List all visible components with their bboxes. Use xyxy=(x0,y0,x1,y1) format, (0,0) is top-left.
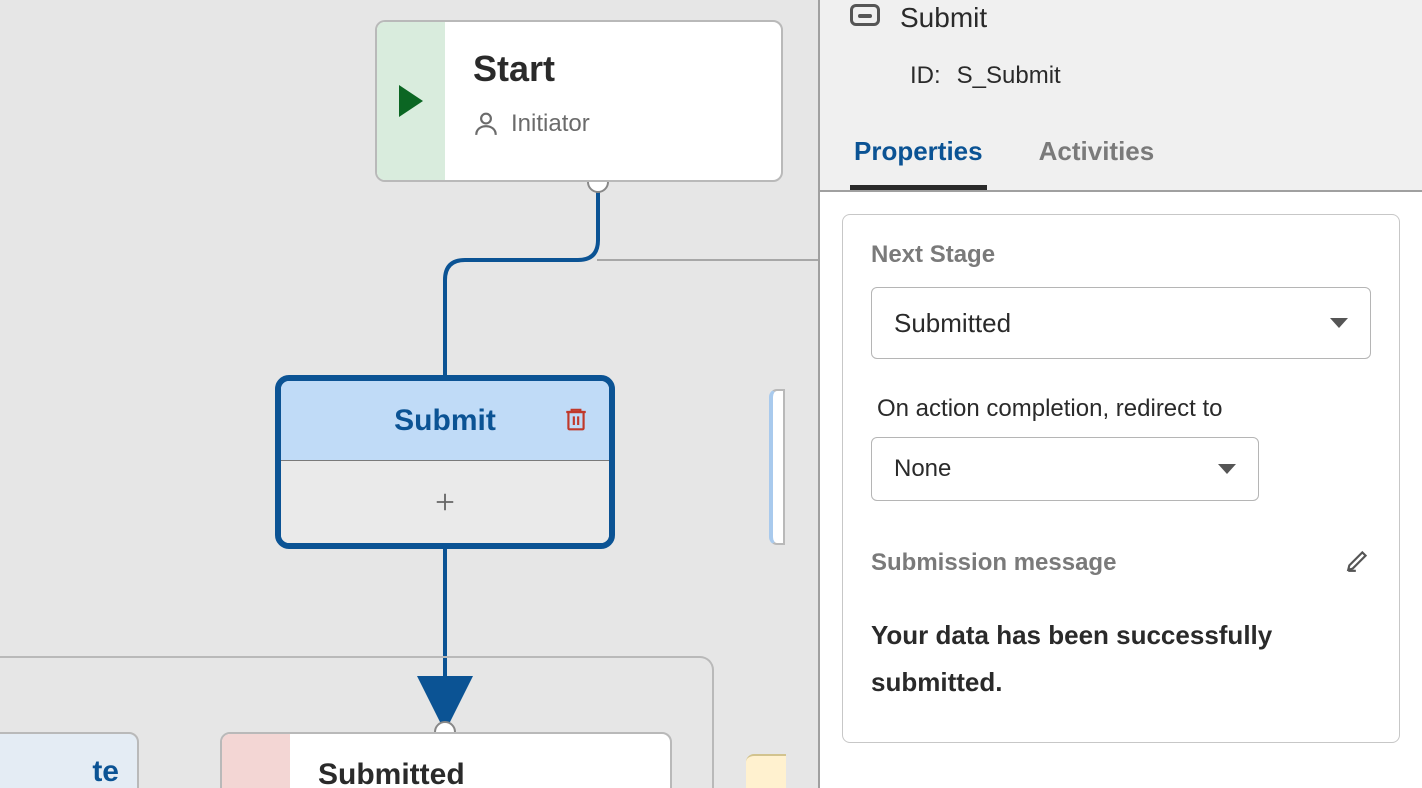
workflow-canvas[interactable]: Start Initiator Submit xyxy=(0,0,818,788)
add-activity-button[interactable] xyxy=(281,461,609,543)
node-start[interactable]: Start Initiator xyxy=(375,20,783,182)
properties-panel: Submit ID: S_Submit Properties Activitie… xyxy=(818,0,1422,788)
id-value: S_Submit xyxy=(957,62,1061,90)
user-icon xyxy=(473,111,499,137)
node-type-icon xyxy=(850,4,880,26)
peek-left-text: te xyxy=(92,755,119,788)
node-submitted-title: Submitted xyxy=(290,734,493,788)
start-accent xyxy=(377,22,445,180)
submitted-accent xyxy=(222,734,290,788)
chevron-down-icon xyxy=(1218,464,1236,474)
next-stage-label: Next Stage xyxy=(871,241,1371,269)
tab-properties[interactable]: Properties xyxy=(850,126,987,190)
node-peek-right-2[interactable] xyxy=(746,754,786,788)
next-stage-select[interactable]: Submitted xyxy=(871,287,1371,359)
node-submitted[interactable]: Submitted xyxy=(220,732,672,788)
node-peek-left[interactable]: te xyxy=(0,732,139,788)
trash-icon xyxy=(563,404,589,432)
redirect-select[interactable]: None xyxy=(871,437,1259,501)
panel-title: Submit xyxy=(900,2,987,34)
panel-tabs: Properties Activities xyxy=(820,126,1422,192)
play-icon xyxy=(399,85,423,117)
node-submit-title: Submit xyxy=(394,404,496,438)
tab-activities[interactable]: Activities xyxy=(1035,126,1159,190)
redirect-value: None xyxy=(894,455,951,483)
panel-title-row: Submit xyxy=(850,2,1392,34)
plus-icon xyxy=(434,491,456,513)
node-peek-right-1[interactable] xyxy=(769,389,785,545)
redirect-label: On action completion, redirect to xyxy=(877,395,1371,423)
edit-message-button[interactable] xyxy=(1345,547,1371,578)
node-start-role: Initiator xyxy=(511,110,590,138)
node-start-title: Start xyxy=(473,48,590,90)
submission-message-label: Submission message xyxy=(871,549,1116,577)
id-label: ID: xyxy=(910,62,941,90)
delete-button[interactable] xyxy=(563,404,589,437)
chevron-down-icon xyxy=(1330,318,1348,328)
node-submit[interactable]: Submit xyxy=(275,375,615,549)
submission-message-text: Your data has been successfully submitte… xyxy=(871,612,1371,706)
panel-id-row: ID: S_Submit xyxy=(910,62,1392,90)
pencil-icon xyxy=(1345,547,1371,573)
properties-card: Next Stage Submitted On action completio… xyxy=(842,214,1400,743)
next-stage-value: Submitted xyxy=(894,308,1011,339)
